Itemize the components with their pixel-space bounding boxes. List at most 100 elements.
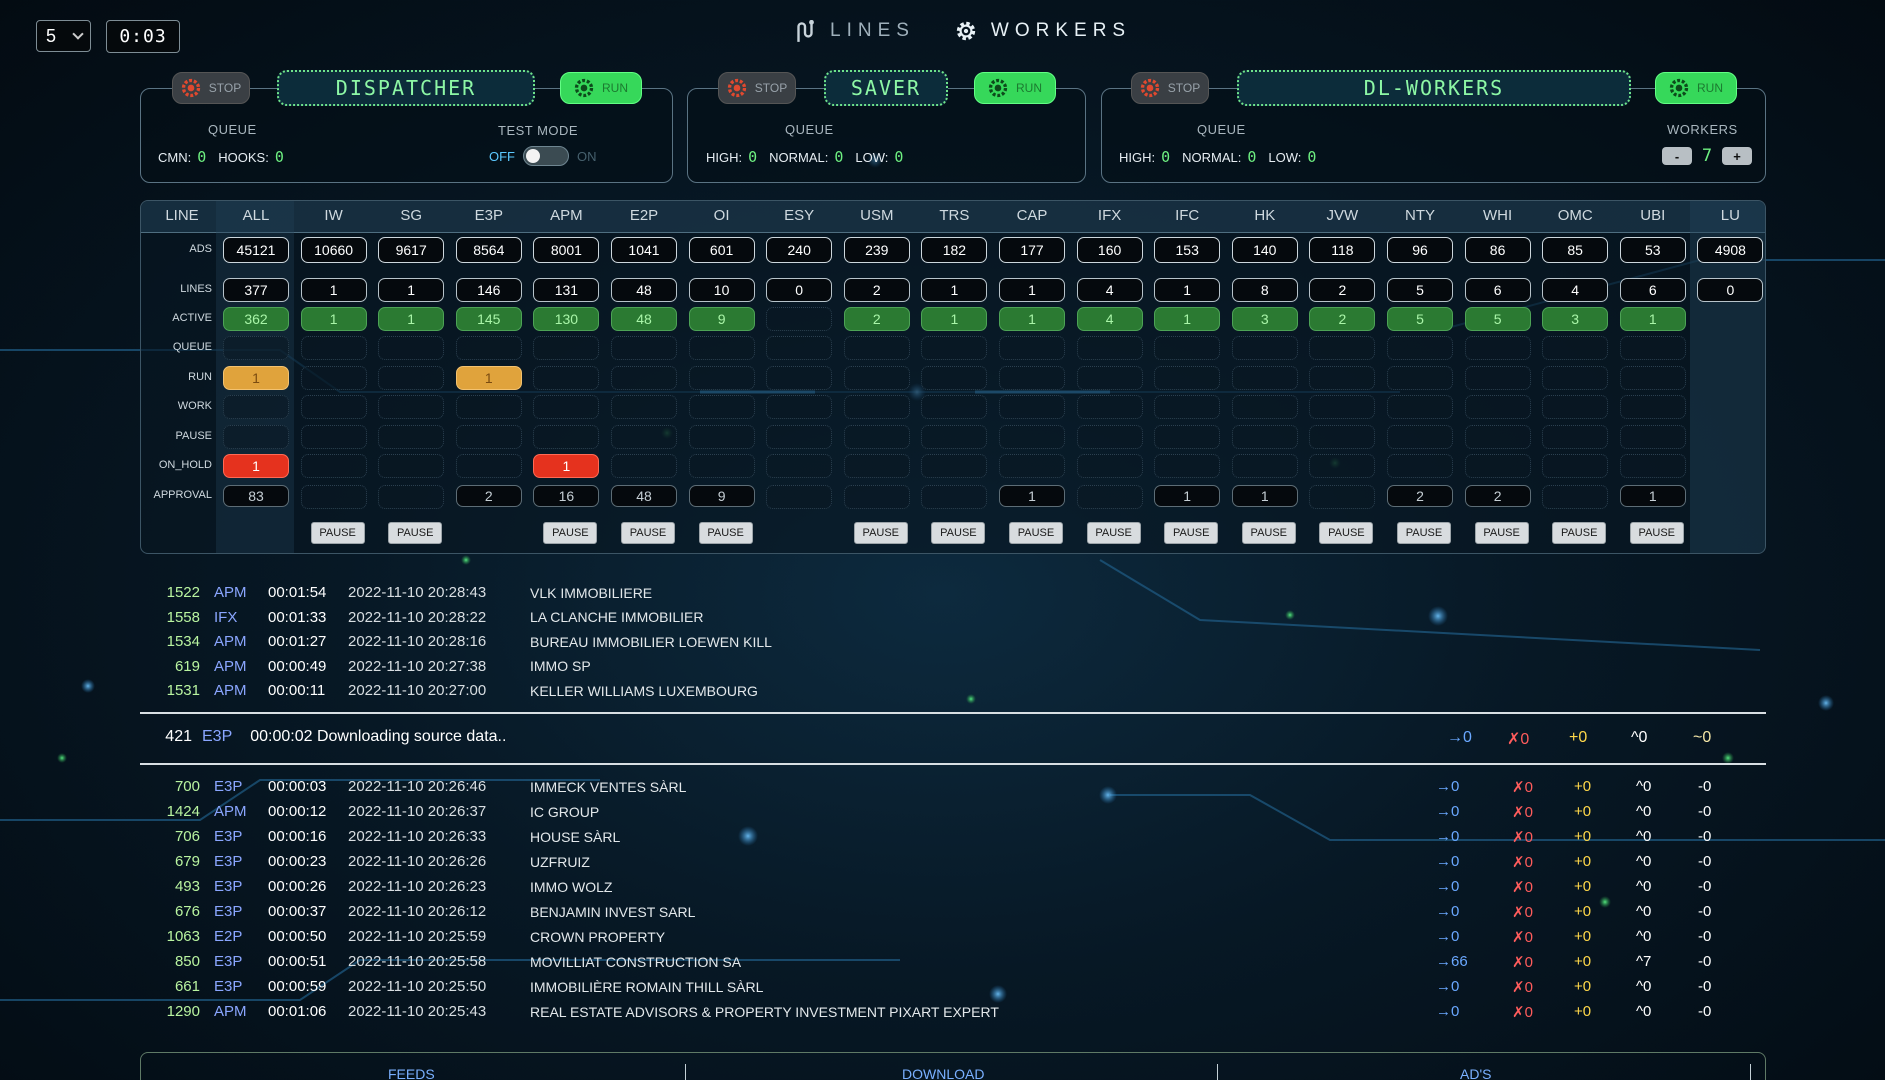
pause-button-hk[interactable]: PAUSE: [1241, 522, 1296, 544]
cell-ads-ifx: 160: [1076, 237, 1143, 263]
history-log-ts: 2022-11-10 20:25:43: [348, 1003, 487, 1020]
history-log-line: E3P: [214, 778, 243, 795]
cell-run-sg: [378, 366, 445, 390]
recent-log-dur: 00:01:27: [268, 633, 327, 651]
cell-ads-e2p: 1041: [611, 237, 677, 263]
dl-workers-run-button[interactable]: RUN: [1655, 72, 1737, 104]
history-log-ts: 2022-11-10 20:26:26: [348, 853, 487, 870]
stat-plus: +0: [1574, 928, 1592, 945]
cell-active-omc: 3: [1542, 307, 1609, 331]
cell-run-trs: [921, 366, 988, 390]
dispatcher-stop-button[interactable]: STOP: [172, 72, 250, 104]
dl-workers-stop-label: STOP: [1167, 81, 1201, 95]
cell-approval-e2p: 48: [611, 485, 677, 507]
dispatcher-run-button[interactable]: RUN: [560, 72, 642, 104]
tab-download[interactable]: DOWNLOAD: [902, 1066, 984, 1080]
workers-decrement-button[interactable]: -: [1662, 147, 1692, 165]
history-log-id: 676: [174, 903, 200, 920]
history-log-dur: 00:00:12: [268, 803, 327, 820]
history-log-dur: 00:00:59: [268, 978, 327, 995]
cell-work-nty: [1387, 395, 1453, 419]
recent-log-name: IMMO SP: [530, 658, 591, 675]
recent-log-id: 1534: [166, 633, 200, 651]
pause-button-ifx[interactable]: PAUSE: [1086, 522, 1141, 544]
stat-up: ^0: [1636, 778, 1652, 795]
stat-up: ^0: [1636, 978, 1652, 995]
workers-increment-button[interactable]: +: [1722, 147, 1752, 165]
cell-approval-ubi: 1: [1619, 485, 1686, 507]
pause-button-usm[interactable]: PAUSE: [853, 522, 908, 544]
refresh-timer: 0:03: [106, 20, 180, 53]
pause-button-ubi[interactable]: PAUSE: [1629, 522, 1684, 544]
pause-button-apm[interactable]: PAUSE: [543, 522, 598, 544]
pause-button-cap[interactable]: PAUSE: [1009, 522, 1063, 544]
stop-gear-icon: [1140, 78, 1159, 98]
pause-button-jvw[interactable]: PAUSE: [1319, 522, 1374, 544]
history-log-id: 679: [174, 853, 200, 870]
column-header-whi: WHI: [1483, 207, 1513, 224]
nav-workers[interactable]: WORKERS: [953, 18, 1131, 44]
cell-pause-trs: [921, 425, 988, 449]
cell-ads-e3p: 8564: [455, 237, 522, 263]
cell-lines-oi: 10: [688, 278, 755, 302]
recent-log-row: 619 APM 00:00:49 2022-11-10 20:27:38 IMMO SP: [138, 658, 591, 675]
cell-queue-usm: [843, 336, 910, 360]
stat-x: ✗0: [1512, 854, 1533, 871]
cell-ads-cap: 177: [999, 237, 1065, 263]
stat-up: ^0: [1636, 803, 1652, 820]
stat-x: ✗0: [1512, 804, 1533, 821]
cell-active-whi: 5: [1464, 307, 1531, 331]
refresh-interval-select[interactable]: 5: [36, 20, 91, 52]
pause-button-ifc[interactable]: PAUSE: [1164, 522, 1219, 544]
history-log-name: CROWN PROPERTY: [530, 928, 666, 945]
nav-workers-label: WORKERS: [990, 20, 1132, 41]
nav-lines[interactable]: LINES: [792, 18, 915, 44]
history-log-name: IMMO WOLZ: [530, 878, 613, 895]
stat-x: ✗0: [1512, 1004, 1533, 1021]
cell-run-e3p: 1: [455, 366, 522, 390]
cell-approval-oi: 9: [688, 485, 755, 507]
recent-log-line: APM: [214, 682, 247, 700]
cell-work-esy: [766, 395, 833, 419]
history-log-id: 1290: [166, 1003, 200, 1020]
pause-button-omc[interactable]: PAUSE: [1552, 522, 1607, 544]
cell-on-hold-omc: [1542, 454, 1609, 478]
history-log-stats: →0 ✗0 +0 ^0 -0: [1436, 803, 1738, 821]
history-log-stats: →0 ✗0 +0 ^0 -0: [1436, 928, 1738, 946]
current-stat-arrow: →0: [1447, 729, 1472, 746]
cell-work-e2p: [611, 395, 677, 419]
cell-approval-sg: [378, 485, 445, 509]
saver-run-button[interactable]: RUN: [974, 72, 1056, 104]
pause-button-e2p[interactable]: PAUSE: [621, 522, 675, 544]
cell-pause-usm: [843, 425, 910, 449]
pause-button-whi[interactable]: PAUSE: [1474, 522, 1529, 544]
cell-run-apm: [533, 366, 600, 390]
high-value: 0: [748, 148, 758, 166]
stat-plus: +0: [1574, 953, 1592, 970]
cell-work-all: [223, 395, 289, 419]
tab-ads[interactable]: AD'S: [1460, 1066, 1491, 1080]
pause-button-sg[interactable]: PAUSE: [388, 522, 443, 544]
history-log-name: HOUSE SÀRL: [530, 828, 621, 845]
test-mode-toggle[interactable]: [523, 146, 569, 166]
low-value: 0: [894, 148, 904, 166]
recent-log-name: LA CLANCHE IMMOBILIER: [530, 609, 704, 626]
pause-button-iw[interactable]: PAUSE: [310, 522, 365, 544]
cell-work-ubi: [1619, 395, 1686, 419]
pause-button-trs[interactable]: PAUSE: [931, 522, 986, 544]
history-log-id: 661: [174, 978, 200, 995]
cell-on-hold-sg: [378, 454, 445, 478]
cell-on-hold-apm: 1: [533, 454, 600, 478]
cell-queue-oi: [688, 336, 755, 360]
dl-workers-stop-button[interactable]: STOP: [1131, 72, 1209, 104]
cell-on-hold-ifx: [1076, 454, 1143, 478]
cell-active-ubi: 1: [1619, 307, 1686, 331]
history-log-id: 493: [174, 878, 200, 895]
pause-button-nty[interactable]: PAUSE: [1397, 522, 1451, 544]
saver-stop-button[interactable]: STOP: [718, 72, 796, 104]
history-log-row: 1290 APM 00:01:06 2022-11-10 20:25:43 REAL E…: [138, 1003, 999, 1020]
dl-workers-queue-values: HIGH: 0 NORMAL: 0 LOW: 0: [1119, 148, 1322, 166]
history-log-id: 850: [174, 953, 200, 970]
tab-feeds[interactable]: FEEDS: [388, 1066, 435, 1080]
pause-button-oi[interactable]: PAUSE: [698, 522, 753, 544]
